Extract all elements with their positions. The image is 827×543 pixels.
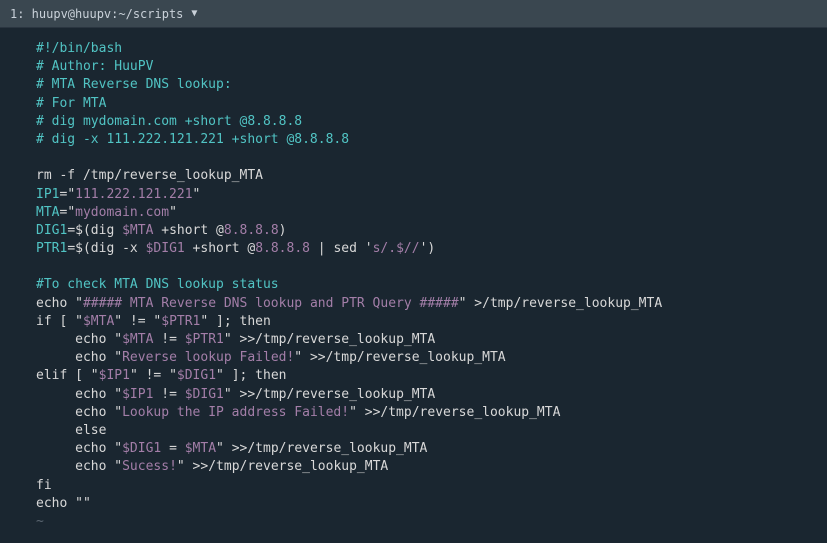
code-line: # Author: HuuPV xyxy=(36,58,827,76)
var-name: IP1 xyxy=(36,187,59,202)
comment: # dig mydomain.com +short @8.8.8.8 xyxy=(36,114,302,129)
code-line: echo "Lookup the IP address Failed!" >>/… xyxy=(36,404,827,422)
ip-literal: 8.8.8.8 xyxy=(224,223,279,238)
code-line: IP1="111.222.121.221" xyxy=(36,186,827,204)
code-line: # dig -x 111.222.121.221 +short @8.8.8.8 xyxy=(36,131,827,149)
code-line: MTA="mydomain.com" xyxy=(36,204,827,222)
code-line: if [ "$MTA" != "$PTR1" ]; then xyxy=(36,313,827,331)
var-ref: $DIG1 xyxy=(122,441,161,456)
comment: # For MTA xyxy=(36,96,106,111)
var-ref: $DIG1 xyxy=(185,387,224,402)
code-line: #!/bin/bash xyxy=(36,40,827,58)
code-line: echo "##### MTA Reverse DNS lookup and P… xyxy=(36,295,827,313)
string-literal: Sucess! xyxy=(122,459,177,474)
dropdown-arrow-icon[interactable]: ▼ xyxy=(191,8,197,19)
blank-line xyxy=(36,258,827,276)
string-literal: mydomain.com xyxy=(75,205,169,220)
comment: # MTA Reverse DNS lookup: xyxy=(36,77,232,92)
tilde-icon: ~ xyxy=(36,514,44,529)
code-line: echo "Reverse lookup Failed!" >>/tmp/rev… xyxy=(36,349,827,367)
code-line: # For MTA xyxy=(36,95,827,113)
string-literal: 111.222.121.221 xyxy=(75,187,192,202)
var-ref: $IP1 xyxy=(122,387,153,402)
var-ref: $PTR1 xyxy=(185,332,224,347)
command: rm -f /tmp/reverse_lookup_MTA xyxy=(36,168,263,183)
string-literal: ##### MTA Reverse DNS lookup and PTR Que… xyxy=(83,296,459,311)
code-line: rm -f /tmp/reverse_lookup_MTA xyxy=(36,167,827,185)
var-name: PTR1 xyxy=(36,241,67,256)
comment: # Author: HuuPV xyxy=(36,59,153,74)
comment: # dig -x 111.222.121.221 +short @8.8.8.8 xyxy=(36,132,349,147)
var-name: MTA xyxy=(36,205,59,220)
var-ref: $MTA xyxy=(83,314,114,329)
code-line: fi xyxy=(36,477,827,495)
var-ref: $DIG1 xyxy=(177,368,216,383)
code-line: # MTA Reverse DNS lookup: xyxy=(36,76,827,94)
var-ref: $PTR1 xyxy=(161,314,200,329)
blank-line xyxy=(36,149,827,167)
code-line: echo "$MTA != $PTR1" >>/tmp/reverse_look… xyxy=(36,331,827,349)
code-line: echo "" xyxy=(36,495,827,513)
tab-label: 1: huupv@huupv:~/scripts xyxy=(10,7,183,21)
vim-tilde-line: ~ xyxy=(36,513,827,531)
code-line: echo "$DIG1 = $MTA" >>/tmp/reverse_looku… xyxy=(36,440,827,458)
var-ref: $DIG1 xyxy=(146,241,185,256)
code-line: echo "$IP1 != $DIG1" >>/tmp/reverse_look… xyxy=(36,386,827,404)
sed-pattern: s/.$// xyxy=(373,241,420,256)
string-literal: Reverse lookup Failed! xyxy=(122,350,294,365)
code-line: DIG1=$(dig $MTA +short @8.8.8.8) xyxy=(36,222,827,240)
comment: #To check MTA DNS lookup status xyxy=(36,277,279,292)
var-ref: $MTA xyxy=(122,332,153,347)
var-ref: $MTA xyxy=(185,441,216,456)
code-line: else xyxy=(36,422,827,440)
ip-literal: 8.8.8.8 xyxy=(255,241,310,256)
code-line: echo "Sucess!" >>/tmp/reverse_lookup_MTA xyxy=(36,458,827,476)
titlebar[interactable]: 1: huupv@huupv:~/scripts ▼ xyxy=(0,0,827,28)
var-name: DIG1 xyxy=(36,223,67,238)
code-line: # dig mydomain.com +short @8.8.8.8 xyxy=(36,113,827,131)
code-line: PTR1=$(dig -x $DIG1 +short @8.8.8.8 | se… xyxy=(36,240,827,258)
code-line: #To check MTA DNS lookup status xyxy=(36,276,827,294)
string-literal: Lookup the IP address Failed! xyxy=(122,405,349,420)
terminal-viewport[interactable]: #!/bin/bash # Author: HuuPV # MTA Revers… xyxy=(0,28,827,543)
code-line: elif [ "$IP1" != "$DIG1" ]; then xyxy=(36,367,827,385)
var-ref: $IP1 xyxy=(99,368,130,383)
shebang: #!/bin/bash xyxy=(36,41,122,56)
var-ref: $MTA xyxy=(122,223,153,238)
